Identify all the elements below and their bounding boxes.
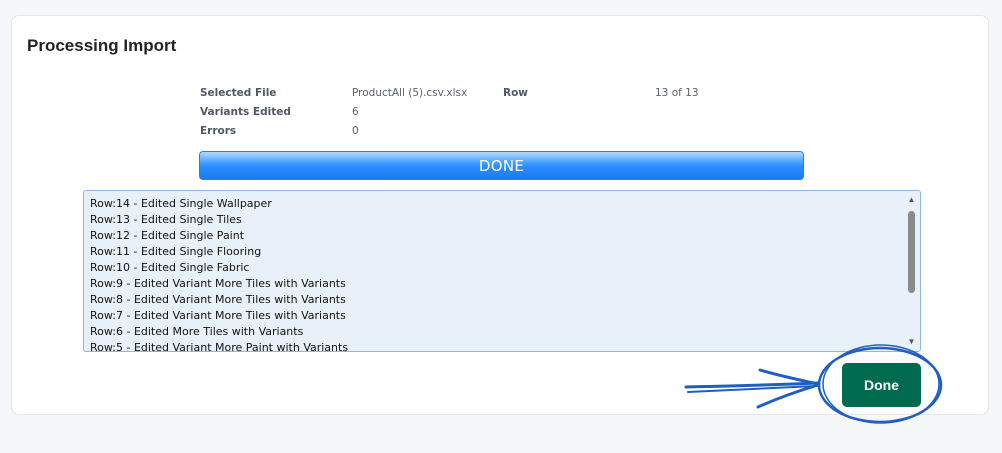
log-line: Row:8 - Edited Variant More Tiles with V… xyxy=(90,293,346,306)
errors-label: Errors xyxy=(200,125,237,137)
scroll-thumb[interactable] xyxy=(908,211,915,293)
log-line: Row:7 - Edited Variant More Tiles with V… xyxy=(90,309,346,322)
log-line: Row:13 - Edited Single Tiles xyxy=(90,213,242,226)
log-line: Row:6 - Edited More Tiles with Variants xyxy=(90,325,304,338)
page-title: Processing Import xyxy=(27,36,177,55)
import-progress-bar: DONE xyxy=(199,151,804,180)
progress-label: DONE xyxy=(478,156,525,175)
log-line: Row:5 - Edited Variant More Paint with V… xyxy=(90,341,349,352)
selected-file-value: ProductAll (5).csv.xlsx xyxy=(352,87,468,99)
row-label: Row xyxy=(503,87,528,99)
log-scrollbar[interactable]: ▲ ▼ xyxy=(906,195,917,347)
import-log[interactable]: Row:14 - Edited Single Wallpaper Row:13 -… xyxy=(83,190,921,352)
selected-file-label: Selected File xyxy=(200,87,277,99)
log-list: Row:14 - Edited Single Wallpaper Row:13 -… xyxy=(90,196,900,352)
log-line: Row:10 - Edited Single Fabric xyxy=(90,261,250,274)
done-button[interactable]: Done xyxy=(842,363,921,407)
errors-value: 0 xyxy=(352,125,359,137)
scroll-down-icon[interactable]: ▼ xyxy=(906,337,917,347)
variants-edited-value: 6 xyxy=(352,106,359,118)
log-line: Row:14 - Edited Single Wallpaper xyxy=(90,197,272,210)
log-line: Row:9 - Edited Variant More Tiles with V… xyxy=(90,277,346,290)
scroll-up-icon[interactable]: ▲ xyxy=(906,195,917,205)
log-line: Row:11 - Edited Single Flooring xyxy=(90,245,262,258)
row-value: 13 of 13 xyxy=(655,87,699,99)
variants-edited-label: Variants Edited xyxy=(200,106,291,118)
import-card: Processing Import Selected File ProductA… xyxy=(11,15,989,415)
log-line: Row:12 - Edited Single Paint xyxy=(90,229,245,242)
